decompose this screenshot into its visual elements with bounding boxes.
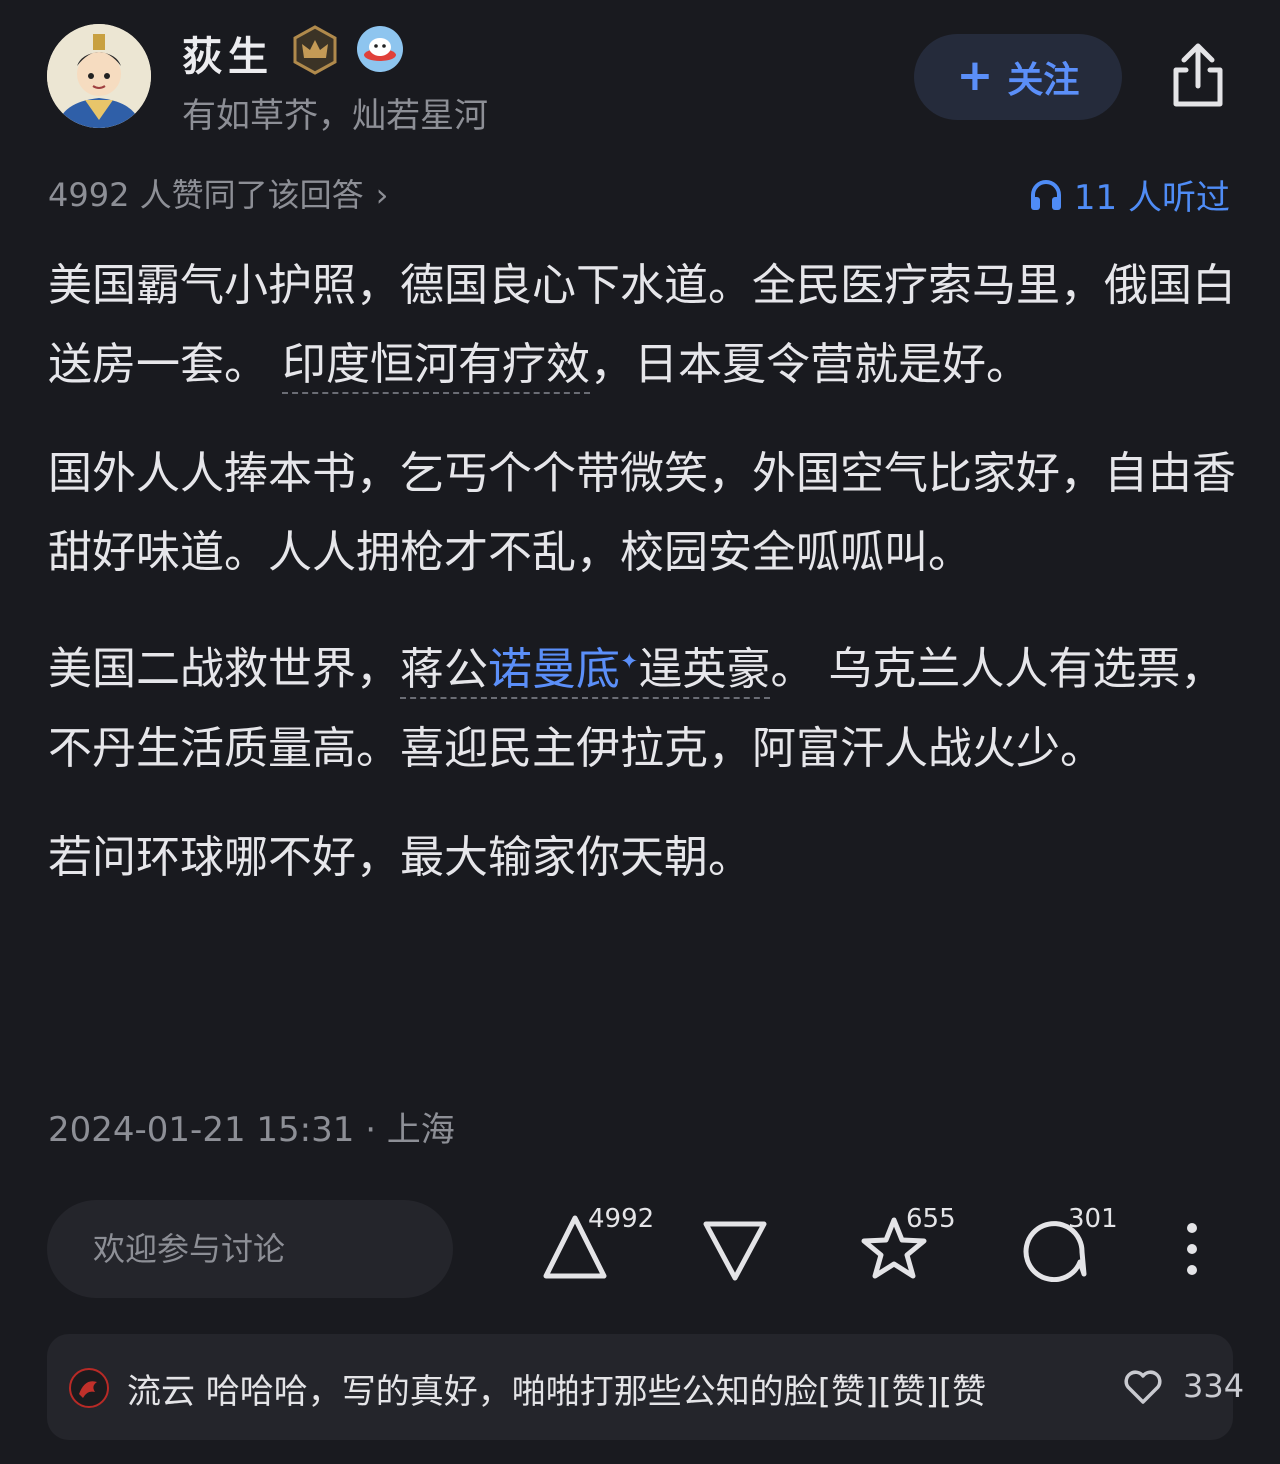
heart-icon[interactable]: [1121, 1364, 1165, 1408]
crown-badge-icon: [293, 25, 337, 75]
annotated-phrase[interactable]: 印度恒河有疗效: [282, 339, 590, 394]
follow-button[interactable]: + 关注: [914, 34, 1122, 120]
annotated-text-a: 蒋公: [400, 643, 488, 695]
hot-comment-card[interactable]: 流云 哈哈哈，写的真好，啪啪打那些公知的脸[赞][赞][赞 334: [47, 1334, 1244, 1440]
author-avatar[interactable]: [47, 24, 151, 128]
listen-count: 11 人听过: [1073, 178, 1230, 218]
upvote-summary-link[interactable]: 4992 人赞同了该回答 ›: [48, 170, 388, 216]
downvote-triangle-icon: [703, 1221, 767, 1281]
chevron-right-icon: ›: [375, 176, 389, 214]
follow-button-label: 关注: [1007, 60, 1080, 101]
more-vertical-icon: [1187, 1223, 1197, 1275]
paragraph-4: 若问环球哪不好，最大输家你天朝。: [48, 831, 752, 883]
paragraph-3: 美国二战救世界，蒋公诺曼底✦逞英豪。 乌克兰人人有选票，不丹生活质量高。喜迎民主…: [48, 622, 1238, 788]
hot-comment-text: 流云 哈哈哈，写的真好，啪啪打那些公知的脸[赞][赞][赞: [127, 1372, 987, 1412]
plus-icon: +: [956, 49, 994, 101]
commenter-avatar: [69, 1368, 109, 1408]
downvote-button[interactable]: [700, 1210, 770, 1282]
headphones-icon: [1030, 179, 1061, 210]
annotated-phrase-2[interactable]: 蒋公诺曼底✦逞英豪: [400, 643, 771, 699]
favorite-count: 655: [906, 1204, 956, 1234]
timestamp-location: 2024-01-21 15:31 · 上海: [48, 1110, 455, 1150]
upvote-count: 4992: [588, 1204, 655, 1234]
paragraph-1-text-b: ，日本夏令营就是好。: [590, 339, 1030, 390]
answer-content: 美国霸气小护照，德国良心下水道。全民医疗索马里，俄国白送房一套。 印度恒河有疗效…: [48, 246, 1238, 927]
upvote-summary-text: 4992 人赞同了该回答: [48, 176, 364, 214]
more-menu-button[interactable]: [1178, 1222, 1206, 1278]
author-bio: 有如草芥，灿若星河: [182, 96, 488, 136]
author-name[interactable]: 荻生: [182, 24, 274, 82]
mascot-badge-icon: [357, 26, 403, 72]
paragraph-1: 美国霸气小护照，德国良心下水道。全民医疗索马里，俄国白送房一套。 印度恒河有疗效…: [48, 246, 1238, 404]
comment-input[interactable]: 欢迎参与讨论: [47, 1200, 453, 1298]
paragraph-3-text-a: 美国二战救世界，: [48, 643, 400, 695]
paragraph-2: 国外人人捧本书，乞丐个个带微笑，外国空气比家好，自由香甜好味道。人人拥枪才不乱，…: [48, 448, 1236, 578]
listen-button[interactable]: 11 人听过: [1028, 170, 1230, 219]
search-link[interactable]: 诺曼底: [488, 644, 620, 695]
hot-comment-like-count: 334: [1183, 1367, 1245, 1405]
share-icon[interactable]: [1168, 42, 1228, 108]
sparkle-icon: ✦: [620, 649, 639, 674]
comment-count: 301: [1068, 1204, 1118, 1234]
annotated-text-b: 逞英豪: [638, 643, 771, 695]
